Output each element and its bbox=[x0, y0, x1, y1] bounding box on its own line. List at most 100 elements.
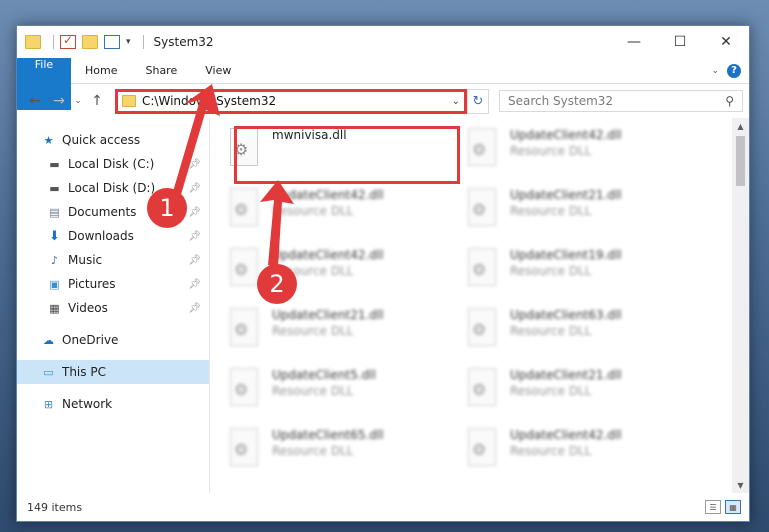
address-bar[interactable]: C:\Windows\System32 ⌄ bbox=[115, 88, 467, 114]
up-arrow-icon[interactable]: ↑ bbox=[85, 93, 109, 109]
new-folder-icon[interactable] bbox=[82, 35, 98, 49]
chevron-down-icon[interactable]: ⌄ bbox=[452, 96, 460, 107]
dll-file-icon: ⚙ bbox=[228, 188, 260, 228]
nav-label: Videos bbox=[68, 301, 108, 315]
forward-arrow-icon[interactable]: → bbox=[47, 93, 71, 109]
file-name: UpdateClient5.dll bbox=[272, 368, 376, 382]
search-input[interactable]: Search System32 ⚲ bbox=[499, 90, 743, 112]
nav-pictures[interactable]: ▣ Pictures 📌︎ bbox=[17, 272, 209, 296]
tab-view[interactable]: View bbox=[191, 58, 245, 83]
file-item[interactable]: ⚙ UpdateClient5.dll Resource DLL bbox=[228, 364, 466, 416]
tab-share[interactable]: Share bbox=[131, 58, 191, 83]
nav-music[interactable]: ♪ Music 📌︎ bbox=[17, 248, 209, 272]
pin-icon[interactable]: 📌︎ bbox=[188, 303, 201, 314]
file-name: UpdateClient19.dll bbox=[510, 248, 622, 262]
nav-quick-access[interactable]: ★ Quick access bbox=[17, 128, 209, 152]
step-2-badge: 2 bbox=[257, 264, 297, 304]
minimize-button[interactable]: — bbox=[611, 26, 657, 58]
large-icons-view-icon[interactable]: ▦ bbox=[725, 500, 741, 514]
nav-videos[interactable]: ▦ Videos 📌︎ bbox=[17, 296, 209, 320]
drive-icon: ▬ bbox=[49, 157, 60, 171]
help-icon[interactable]: ? bbox=[727, 63, 741, 78]
separator bbox=[53, 35, 54, 49]
dll-file-icon: ⚙ bbox=[466, 128, 498, 168]
window-controls: — ☐ ✕ bbox=[611, 26, 749, 58]
nav-label: This PC bbox=[62, 365, 106, 379]
window-title: System32 bbox=[153, 35, 214, 49]
file-name: UpdateClient21.dll bbox=[272, 308, 384, 322]
file-item[interactable]: ⚙ UpdateClient42.dll Resource DLL bbox=[466, 424, 704, 476]
file-name: UpdateClient63.dll bbox=[510, 308, 622, 322]
file-name: UpdateClient42.dll bbox=[272, 188, 384, 202]
file-item[interactable]: ⚙ UpdateClient65.dll Resource DLL bbox=[228, 424, 466, 476]
address-path[interactable]: C:\Windows\System32 bbox=[142, 94, 276, 108]
scroll-up-icon[interactable]: ▲ bbox=[732, 118, 749, 134]
pin-icon[interactable]: 📌︎ bbox=[188, 231, 201, 242]
details-view-icon[interactable]: ☰ bbox=[705, 500, 721, 514]
file-grid: ⚙ mwnivisa.dll ⚙ UpdateClient42.dll Resou… bbox=[228, 124, 749, 476]
item-count: 149 items bbox=[27, 500, 83, 514]
pin-icon[interactable]: 📌︎ bbox=[188, 279, 201, 290]
back-arrow-icon[interactable]: ← bbox=[23, 93, 47, 109]
file-name: UpdateClient42.dll bbox=[510, 128, 622, 142]
file-item[interactable]: ⚙ UpdateClient42.dll Resource DLL bbox=[466, 124, 704, 176]
computer-icon: ▭ bbox=[43, 365, 54, 379]
file-type: Resource DLL bbox=[272, 324, 354, 338]
close-button[interactable]: ✕ bbox=[703, 26, 749, 58]
folder-icon bbox=[25, 35, 41, 49]
tab-home[interactable]: Home bbox=[71, 58, 131, 83]
pin-icon[interactable]: 📌︎ bbox=[188, 207, 201, 218]
nav-label: OneDrive bbox=[62, 333, 119, 347]
expand-ribbon-icon[interactable]: ⌄ bbox=[711, 66, 719, 76]
nav-label: Documents bbox=[68, 205, 137, 219]
customize-quick-access-icon[interactable] bbox=[104, 35, 120, 49]
file-name: UpdateClient42.dll bbox=[272, 248, 384, 262]
file-item[interactable]: ⚙ UpdateClient42.dll Resource DLL bbox=[228, 184, 466, 236]
file-item[interactable]: ⚙ UpdateClient63.dll Resource DLL bbox=[466, 304, 704, 356]
nav-network[interactable]: ⊞ Network bbox=[17, 392, 209, 416]
file-type: Resource DLL bbox=[510, 204, 592, 218]
file-name: UpdateClient21.dll bbox=[510, 368, 622, 382]
nav-label: Music bbox=[68, 253, 103, 267]
file-type: Resource DLL bbox=[510, 324, 592, 338]
navigation-pane: ★ Quick access ▬ Local Disk (C:) 📌︎ ▬ Lo… bbox=[17, 118, 210, 493]
file-explorer-window: ▾ System32 — ☐ ✕ File Home Share View ⌄ … bbox=[16, 25, 750, 522]
pin-icon[interactable]: 📌︎ bbox=[188, 183, 201, 194]
status-bar: 149 items ☰ ▦ bbox=[17, 493, 749, 521]
file-name: UpdateClient21.dll bbox=[510, 188, 622, 202]
music-icon: ♪ bbox=[50, 253, 59, 267]
file-name: UpdateClient42.dll bbox=[510, 428, 622, 442]
nav-label: Local Disk (C:) bbox=[68, 157, 155, 171]
file-item[interactable]: ⚙ UpdateClient21.dll Resource DLL bbox=[466, 364, 704, 416]
vertical-scrollbar[interactable]: ▲ ▼ bbox=[732, 118, 749, 493]
highlight-box bbox=[234, 126, 460, 184]
dropdown-arrow-icon[interactable]: ▾ bbox=[126, 37, 131, 47]
scroll-down-icon[interactable]: ▼ bbox=[732, 477, 749, 493]
pin-icon[interactable]: 📌︎ bbox=[188, 255, 201, 266]
nav-onedrive[interactable]: ☁ OneDrive bbox=[17, 328, 209, 352]
nav-this-pc[interactable]: ▭ This PC bbox=[17, 360, 209, 384]
properties-check-icon[interactable] bbox=[60, 33, 76, 49]
title-bar: ▾ System32 — ☐ ✕ bbox=[17, 26, 749, 58]
view-toggle: ☰ ▦ bbox=[705, 500, 749, 514]
dll-file-icon: ⚙ bbox=[466, 428, 498, 468]
pin-icon[interactable]: 📌︎ bbox=[188, 159, 201, 170]
dll-file-icon: ⚙ bbox=[228, 248, 260, 288]
scroll-thumb[interactable] bbox=[736, 136, 745, 186]
nav-downloads[interactable]: ⬇ Downloads 📌︎ bbox=[17, 224, 209, 248]
file-item[interactable]: ⚙ UpdateClient21.dll Resource DLL bbox=[466, 184, 704, 236]
recent-locations-icon[interactable]: ⌄ bbox=[71, 96, 85, 106]
file-item[interactable]: ⚙ UpdateClient19.dll Resource DLL bbox=[466, 244, 704, 296]
dll-file-icon: ⚙ bbox=[228, 308, 260, 348]
nav-local-disk-c[interactable]: ▬ Local Disk (C:) 📌︎ bbox=[17, 152, 209, 176]
star-icon: ★ bbox=[43, 133, 54, 147]
folder-icon bbox=[122, 95, 136, 107]
maximize-button[interactable]: ☐ bbox=[657, 26, 703, 58]
file-item-mwnivisa[interactable]: ⚙ mwnivisa.dll bbox=[228, 124, 466, 184]
file-item[interactable]: ⚙ UpdateClient21.dll Resource DLL bbox=[228, 304, 466, 356]
nav-label: Pictures bbox=[68, 277, 116, 291]
dll-file-icon: ⚙ bbox=[466, 248, 498, 288]
refresh-icon[interactable]: ↻ bbox=[467, 88, 489, 114]
